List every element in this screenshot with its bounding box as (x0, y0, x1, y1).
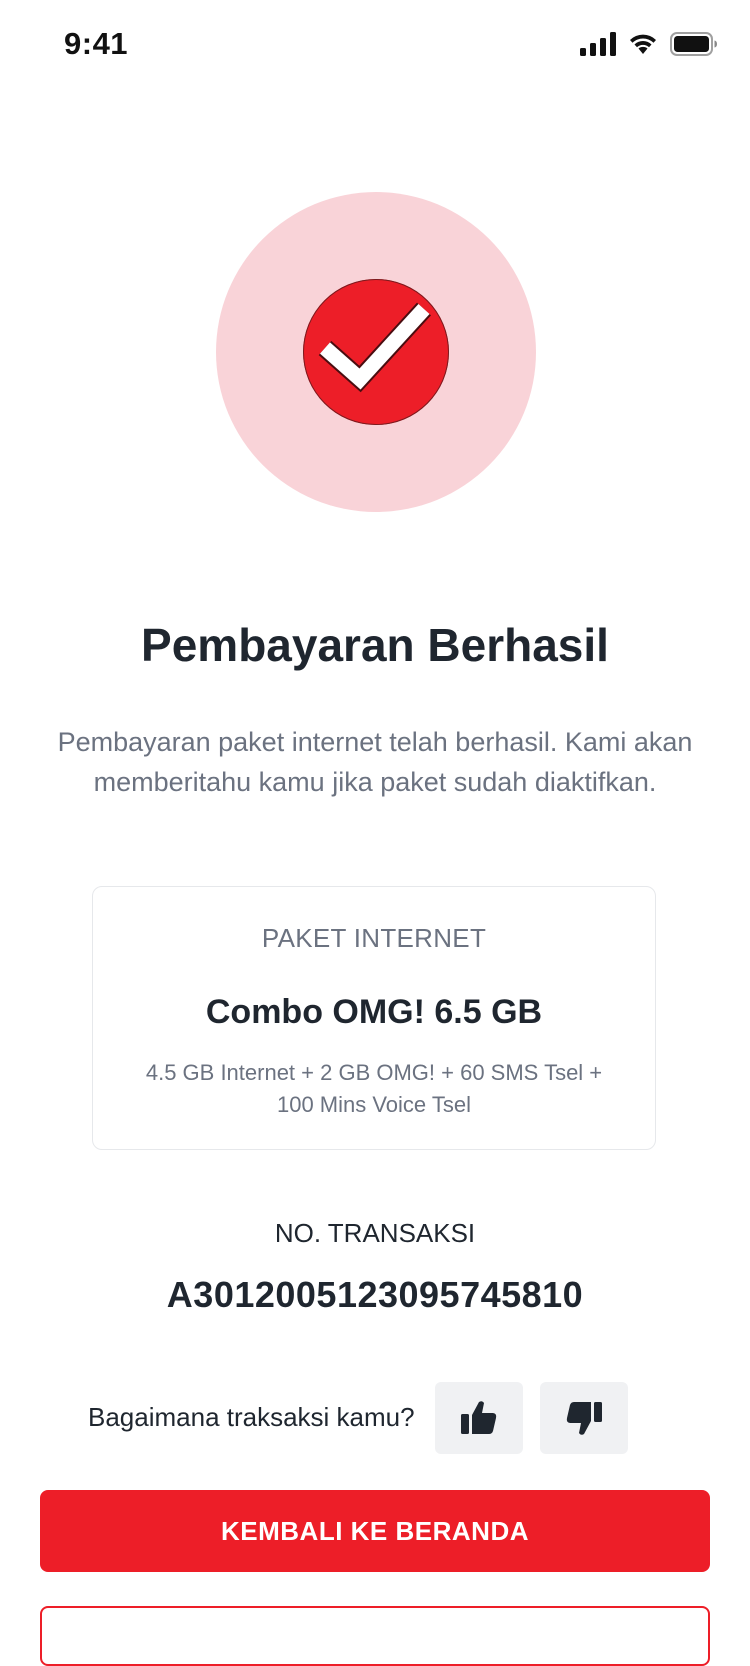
package-details: 4.5 GB Internet + 2 GB OMG! + 60 SMS Tse… (145, 1060, 603, 1117)
secondary-action-button[interactable] (40, 1606, 710, 1666)
success-description: Pembayaran paket internet telah berhasil… (57, 727, 693, 797)
status-icons (580, 32, 718, 56)
page-title: Pembayaran Berhasil (141, 619, 609, 671)
transaction-label: NO. TRANSAKSI (274, 1218, 476, 1248)
feedback-question: Bagaimana traksaksi kamu? (88, 1402, 415, 1432)
status-bar: 9:41 (0, 0, 750, 92)
thumbs-down-icon (566, 1402, 602, 1435)
transaction-number: A3012005123095745810 (166, 1274, 584, 1315)
package-label: PAKET INTERNET (261, 923, 487, 953)
thumbs-up-icon (461, 1401, 497, 1434)
success-check-circle (303, 279, 449, 425)
battery-icon (670, 32, 717, 56)
back-to-home-button[interactable]: KEMBALI KE BERANDA (40, 1490, 710, 1572)
checkmark-icon (318, 302, 432, 393)
package-name: Combo OMG! 6.5 GB (205, 993, 543, 1031)
wifi-icon (630, 34, 656, 54)
signal-icon (580, 32, 616, 56)
thumbs-down-button[interactable] (540, 1382, 628, 1454)
package-card: PAKET INTERNET Combo OMG! 6.5 GB 4.5 GB … (92, 886, 656, 1150)
status-time: 9:41 (64, 26, 129, 61)
thumbs-up-button[interactable] (435, 1382, 523, 1454)
